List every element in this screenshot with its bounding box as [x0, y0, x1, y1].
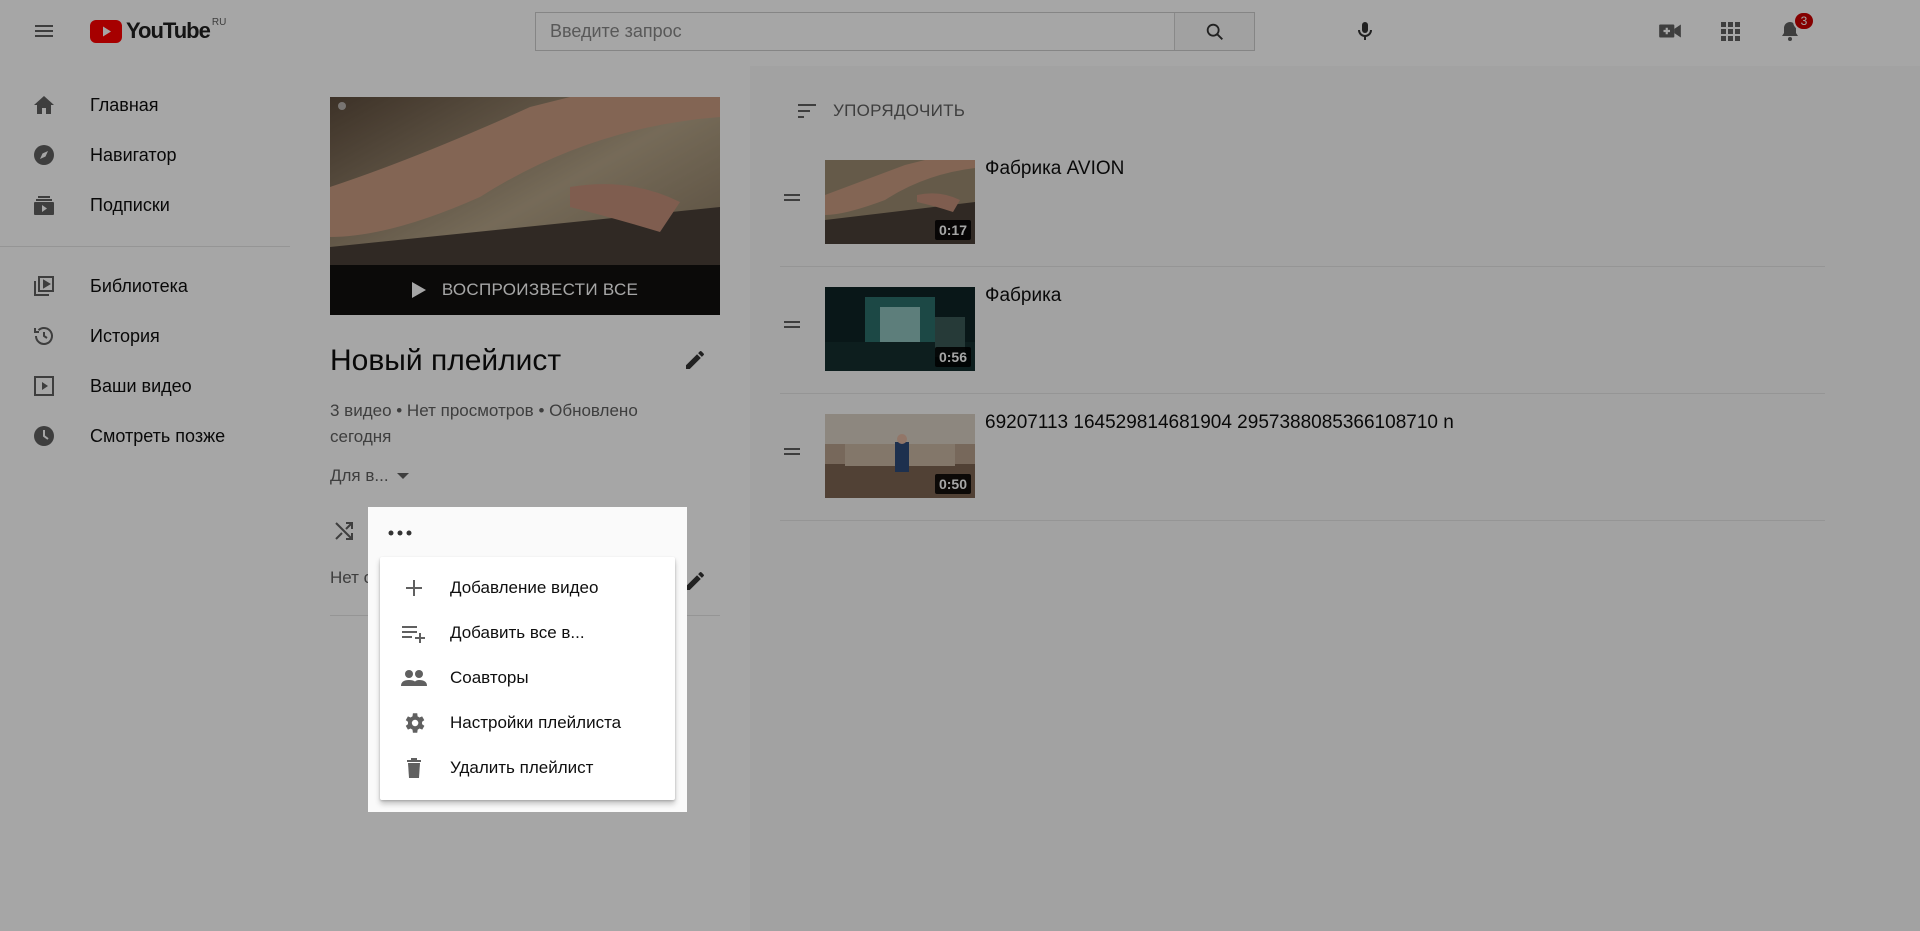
menu-item-label: Соавторы — [450, 667, 529, 687]
menu-item-collaborators[interactable]: Соавторы — [380, 655, 675, 700]
menu-item-label: Добавить все в... — [450, 622, 585, 642]
plus-icon — [400, 574, 428, 602]
more-actions-icon[interactable] — [382, 517, 418, 549]
menu-item-delete-playlist[interactable]: Удалить плейлист — [380, 745, 675, 790]
playlist-actions-popup: Добавление видео Добавить все в... Соавт… — [368, 507, 687, 812]
menu-item-label: Настройки плейлиста — [450, 712, 622, 732]
menu-item-playlist-settings[interactable]: Настройки плейлиста — [380, 700, 675, 745]
menu-item-add-videos[interactable]: Добавление видео — [380, 565, 675, 610]
trash-icon — [400, 754, 428, 782]
menu-item-label: Удалить плейлист — [450, 757, 594, 777]
playlist-add-icon — [400, 619, 428, 647]
playlist-actions-menu: Добавление видео Добавить все в... Соавт… — [380, 557, 675, 800]
menu-item-label: Добавление видео — [450, 577, 599, 597]
gear-icon — [400, 709, 428, 737]
modal-backdrop[interactable] — [0, 0, 1920, 931]
people-icon — [400, 664, 428, 692]
menu-item-add-all-to[interactable]: Добавить все в... — [380, 610, 675, 655]
